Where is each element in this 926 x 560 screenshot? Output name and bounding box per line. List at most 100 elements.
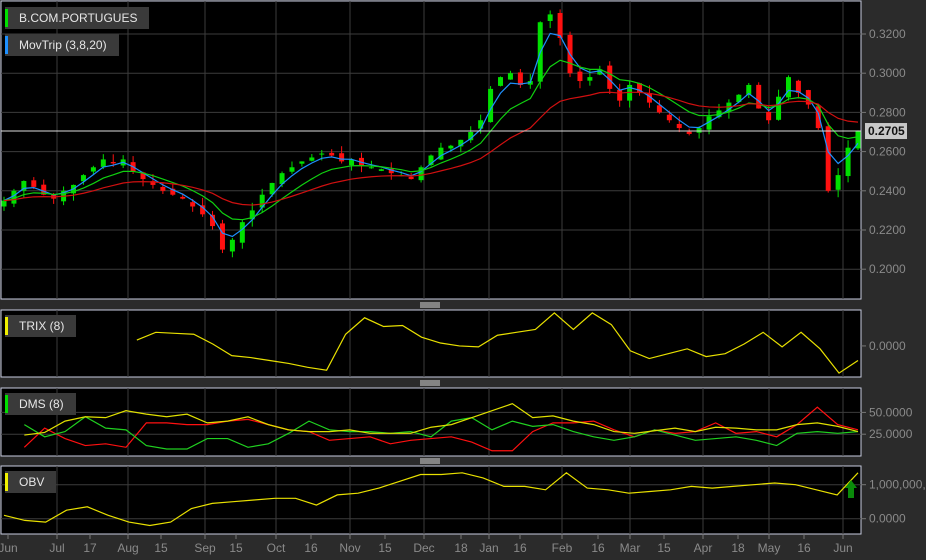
x-tick-label: Jun	[833, 541, 852, 555]
y-tick-label: 0.2000	[869, 262, 906, 276]
panel-2-background	[0, 387, 862, 457]
x-tick-label: Mar	[620, 541, 641, 555]
y-tick-label: 0.3200	[869, 27, 906, 41]
panel-3-background	[0, 465, 862, 535]
candle-body	[190, 202, 196, 207]
candle-body	[507, 73, 513, 80]
y-tick-label: 0.3000	[869, 66, 906, 80]
legend-obv-label: OBV	[19, 475, 45, 489]
x-tick-label: 15	[229, 541, 243, 555]
x-tick-label: Nov	[339, 541, 360, 555]
candle-body	[547, 14, 553, 21]
legend-color-swatch	[5, 473, 8, 491]
y-tick-label: 0.2800	[869, 105, 906, 119]
candle-body	[517, 72, 523, 85]
legend-color-swatch	[5, 317, 8, 335]
candle-body	[498, 77, 504, 86]
chart-canvas[interactable]: 0.3200 0.3000 0.2800 0.2600 0.2400 0.2200 0.20…	[0, 0, 926, 560]
candle-body	[299, 161, 305, 164]
y-tick-label: 0.2400	[869, 184, 906, 198]
candle-body	[160, 186, 166, 191]
legend-symbol[interactable]: B.COM.PORTUGUES	[5, 7, 150, 29]
x-tick-label: Jul	[49, 541, 64, 555]
candle-body	[90, 167, 96, 172]
x-tick-label: Oct	[267, 541, 286, 555]
candle-body	[825, 126, 831, 191]
candle-body	[766, 111, 772, 121]
y-tick-label: 25.0000	[869, 427, 913, 441]
legend-movtrip-label: MovTrip (3,8,20)	[19, 38, 107, 52]
candle-body	[378, 169, 384, 171]
x-tick-label: 16	[513, 541, 527, 555]
candle-body	[418, 167, 424, 181]
candle-body	[587, 77, 593, 81]
panel-1-background	[0, 309, 862, 378]
candle-body	[845, 147, 851, 177]
legend-dms-label: DMS (8)	[19, 397, 64, 411]
x-tick-label: Aug	[117, 541, 138, 555]
legend-obv[interactable]: OBV	[5, 471, 57, 493]
x-tick-label: Jan	[479, 541, 498, 555]
legend-symbol-label: B.COM.PORTUGUES	[19, 11, 138, 25]
candle-body	[239, 222, 245, 243]
chart-root: 0.3200 0.3000 0.2800 0.2600 0.2400 0.2200 0.20…	[0, 0, 926, 560]
candle-body	[696, 128, 702, 133]
candle-body	[110, 162, 116, 164]
legend-color-swatch	[5, 395, 8, 413]
legend-color-swatch	[5, 9, 8, 27]
candle-body	[557, 13, 563, 38]
candle-body	[329, 152, 335, 156]
candle-body	[617, 89, 623, 101]
x-tick-label: 16	[797, 541, 811, 555]
candle-body	[180, 196, 186, 199]
candle-body	[31, 180, 37, 187]
candle-body	[219, 223, 225, 250]
candle-body	[289, 167, 295, 172]
y-tick-label: 0.0000	[869, 339, 906, 353]
x-tick-label: 15	[154, 541, 168, 555]
x-tick-label: 15	[378, 541, 392, 555]
x-tick-label: May	[758, 541, 781, 555]
x-tick-label: Sep	[194, 541, 216, 555]
x-tick-label: 18	[731, 541, 745, 555]
legend-dms[interactable]: DMS (8)	[5, 393, 76, 415]
candle-body	[676, 123, 682, 129]
candle-body	[408, 176, 414, 180]
candle-body	[1, 200, 7, 207]
y-tick-label: 1,000,000,000	[869, 478, 926, 492]
candle-body	[666, 114, 672, 121]
x-tick-label: Apr	[694, 541, 713, 555]
x-tick-label: Dec	[413, 541, 434, 555]
x-tick-label: 15	[657, 541, 671, 555]
panel-0-background	[0, 0, 862, 300]
candle-body	[339, 153, 345, 162]
candle-body	[309, 157, 315, 161]
candle-body	[785, 77, 791, 98]
legend-movtrip[interactable]: MovTrip (3,8,20)	[5, 34, 119, 56]
candle-body	[229, 239, 235, 252]
legend-trix-label: TRIX (8)	[19, 319, 65, 333]
x-tick-label: Feb	[552, 541, 573, 555]
candle-body	[478, 120, 484, 129]
candle-body	[448, 145, 454, 149]
last-price-label: 0.2705	[868, 124, 905, 138]
legend-color-swatch	[5, 36, 8, 54]
x-tick-label: Jun	[0, 541, 18, 555]
candle-body	[577, 71, 583, 82]
y-tick-label: 0.2200	[869, 223, 906, 237]
candle-body	[607, 65, 613, 89]
candle-body	[100, 159, 106, 167]
y-tick-label: 0.0000	[869, 512, 906, 526]
candle-body	[776, 96, 782, 120]
y-tick-label: 50.0000	[869, 405, 913, 419]
x-tick-label: 16	[304, 541, 318, 555]
candle-body	[835, 175, 841, 190]
legend-trix[interactable]: TRIX (8)	[5, 315, 77, 337]
x-tick-label: 17	[83, 541, 97, 555]
candle-body	[368, 167, 374, 169]
candle-body	[686, 131, 692, 134]
x-tick-label: 16	[591, 541, 605, 555]
candle-body	[319, 153, 325, 155]
y-tick-label: 0.2600	[869, 145, 906, 159]
x-tick-label: 18	[454, 541, 468, 555]
